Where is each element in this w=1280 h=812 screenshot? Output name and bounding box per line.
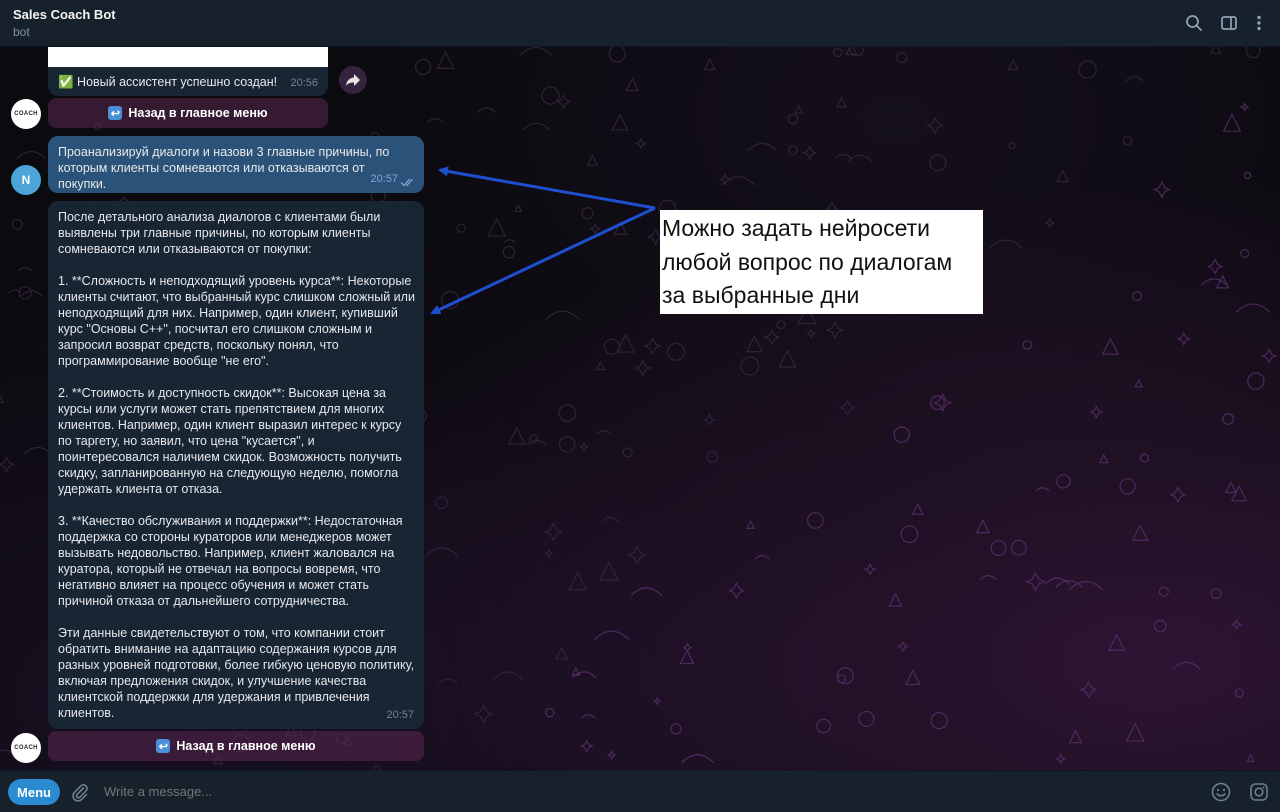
arrow-to-question: [438, 166, 656, 210]
arrow-to-answer: [430, 206, 656, 315]
emoji-icon[interactable]: [1210, 781, 1232, 803]
annotation-arrows: [430, 166, 656, 315]
message-input[interactable]: [104, 784, 1184, 799]
camera-icon[interactable]: [1248, 781, 1270, 803]
message-composer: Menu: [0, 770, 1280, 812]
attach-icon[interactable]: [70, 782, 90, 802]
annotation-callout: Можно задать нейросети любой вопрос по д…: [660, 210, 983, 314]
bot-menu-button[interactable]: Menu: [8, 779, 60, 805]
